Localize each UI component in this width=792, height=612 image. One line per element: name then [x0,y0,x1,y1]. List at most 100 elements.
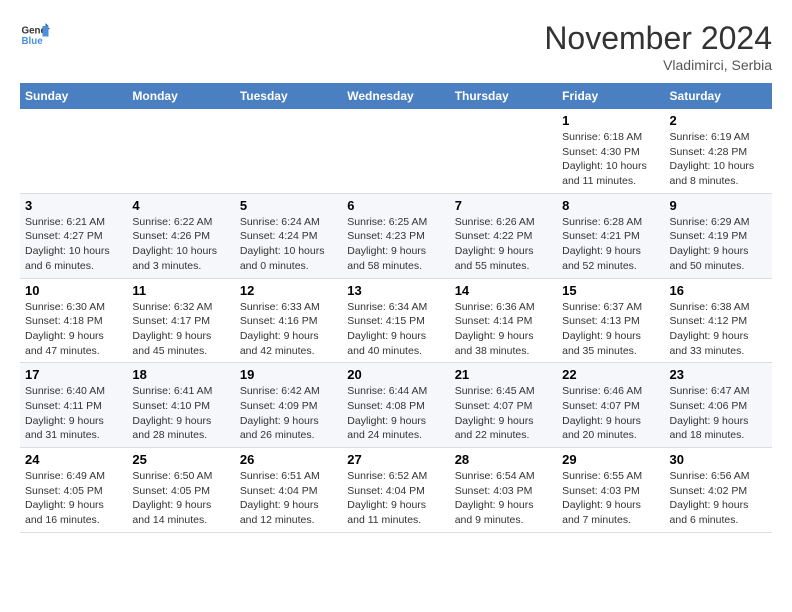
calendar-week-row: 10Sunrise: 6:30 AMSunset: 4:18 PMDayligh… [20,278,772,363]
day-number: 1 [562,113,659,128]
day-info: Sunrise: 6:32 AMSunset: 4:17 PMDaylight:… [132,300,229,359]
weekday-header-tuesday: Tuesday [235,83,342,109]
calendar-cell [450,109,557,193]
calendar-cell: 17Sunrise: 6:40 AMSunset: 4:11 PMDayligh… [20,363,127,448]
calendar-week-row: 3 Sunrise: 6:21 AMSunset: 4:27 PMDaylight… [20,193,772,278]
calendar-cell: 28 Sunrise: 6:54 AMSunset: 4:03 PMDayligh… [450,448,557,533]
day-number: 15 [562,283,659,298]
title-block: November 2024 Vladimirci, Serbia [544,20,772,73]
day-number: 23 [670,367,767,382]
day-info: Sunrise: 6:24 AMSunset: 4:24 PMDaylight:… [240,215,337,274]
weekday-header-friday: Friday [557,83,664,109]
day-number: 4 [132,198,229,213]
day-number: 26 [240,452,337,467]
day-info: Sunrise: 6:25 AMSunset: 4:23 PMDaylight:… [347,215,444,274]
day-info: Sunrise: 6:33 AMSunset: 4:16 PMDaylight:… [240,300,337,359]
day-info: Sunrise: 6:56 AMSunset: 4:02 PMDaylight:… [670,469,767,528]
day-info: Sunrise: 6:51 AMSunset: 4:04 PMDaylight:… [240,469,337,528]
svg-text:Blue: Blue [22,36,44,47]
day-info: Sunrise: 6:54 AMSunset: 4:03 PMDaylight:… [455,469,552,528]
day-number: 20 [347,367,444,382]
calendar-cell: 10Sunrise: 6:30 AMSunset: 4:18 PMDayligh… [20,278,127,363]
day-info: Sunrise: 6:38 AMSunset: 4:12 PMDaylight:… [670,300,767,359]
calendar-header: SundayMondayTuesdayWednesdayThursdayFrid… [20,83,772,109]
day-info: Sunrise: 6:50 AMSunset: 4:05 PMDaylight:… [132,469,229,528]
day-info: Sunrise: 6:19 AMSunset: 4:28 PMDaylight:… [670,130,767,189]
calendar-cell: 29Sunrise: 6:55 AMSunset: 4:03 PMDayligh… [557,448,664,533]
calendar-week-row: 24Sunrise: 6:49 AMSunset: 4:05 PMDayligh… [20,448,772,533]
day-number: 7 [455,198,552,213]
day-number: 14 [455,283,552,298]
calendar-cell: 14 Sunrise: 6:36 AMSunset: 4:14 PMDayligh… [450,278,557,363]
calendar-cell: 18 Sunrise: 6:41 AMSunset: 4:10 PMDayligh… [127,363,234,448]
weekday-header-row: SundayMondayTuesdayWednesdayThursdayFrid… [20,83,772,109]
weekday-header-monday: Monday [127,83,234,109]
day-number: 27 [347,452,444,467]
weekday-header-sunday: Sunday [20,83,127,109]
calendar-week-row: 17Sunrise: 6:40 AMSunset: 4:11 PMDayligh… [20,363,772,448]
day-info: Sunrise: 6:37 AMSunset: 4:13 PMDaylight:… [562,300,659,359]
day-number: 8 [562,198,659,213]
calendar-cell: 30 Sunrise: 6:56 AMSunset: 4:02 PMDayligh… [665,448,772,533]
day-info: Sunrise: 6:28 AMSunset: 4:21 PMDaylight:… [562,215,659,274]
calendar-cell: 27Sunrise: 6:52 AMSunset: 4:04 PMDayligh… [342,448,449,533]
calendar-cell: 8 Sunrise: 6:28 AMSunset: 4:21 PMDaylight… [557,193,664,278]
calendar-cell: 22 Sunrise: 6:46 AMSunset: 4:07 PMDayligh… [557,363,664,448]
day-number: 12 [240,283,337,298]
day-number: 3 [25,198,122,213]
calendar-cell: 21Sunrise: 6:45 AMSunset: 4:07 PMDayligh… [450,363,557,448]
day-info: Sunrise: 6:42 AMSunset: 4:09 PMDaylight:… [240,384,337,443]
calendar-cell: 5 Sunrise: 6:24 AMSunset: 4:24 PMDaylight… [235,193,342,278]
calendar-cell: 13 Sunrise: 6:34 AMSunset: 4:15 PMDayligh… [342,278,449,363]
calendar-cell: 24Sunrise: 6:49 AMSunset: 4:05 PMDayligh… [20,448,127,533]
calendar-cell: 26 Sunrise: 6:51 AMSunset: 4:04 PMDayligh… [235,448,342,533]
day-info: Sunrise: 6:36 AMSunset: 4:14 PMDaylight:… [455,300,552,359]
day-number: 5 [240,198,337,213]
day-info: Sunrise: 6:40 AMSunset: 4:11 PMDaylight:… [25,384,122,443]
day-info: Sunrise: 6:29 AMSunset: 4:19 PMDaylight:… [670,215,767,274]
calendar-cell [127,109,234,193]
day-number: 19 [240,367,337,382]
day-info: Sunrise: 6:30 AMSunset: 4:18 PMDaylight:… [25,300,122,359]
calendar-cell: 7Sunrise: 6:26 AMSunset: 4:22 PMDaylight… [450,193,557,278]
day-number: 11 [132,283,229,298]
page-header: General Blue November 2024 Vladimirci, S… [20,20,772,73]
calendar-cell: 1 Sunrise: 6:18 AMSunset: 4:30 PMDaylight… [557,109,664,193]
day-info: Sunrise: 6:49 AMSunset: 4:05 PMDaylight:… [25,469,122,528]
day-number: 25 [132,452,229,467]
day-info: Sunrise: 6:41 AMSunset: 4:10 PMDaylight:… [132,384,229,443]
day-number: 21 [455,367,552,382]
calendar-week-row: 1 Sunrise: 6:18 AMSunset: 4:30 PMDaylight… [20,109,772,193]
day-info: Sunrise: 6:44 AMSunset: 4:08 PMDaylight:… [347,384,444,443]
calendar-cell: 2 Sunrise: 6:19 AMSunset: 4:28 PMDaylight… [665,109,772,193]
day-number: 16 [670,283,767,298]
weekday-header-thursday: Thursday [450,83,557,109]
calendar-cell: 16 Sunrise: 6:38 AMSunset: 4:12 PMDayligh… [665,278,772,363]
day-number: 9 [670,198,767,213]
day-number: 22 [562,367,659,382]
day-info: Sunrise: 6:46 AMSunset: 4:07 PMDaylight:… [562,384,659,443]
logo-icon: General Blue [20,20,50,50]
calendar-cell: 9 Sunrise: 6:29 AMSunset: 4:19 PMDaylight… [665,193,772,278]
calendar-cell: 3 Sunrise: 6:21 AMSunset: 4:27 PMDaylight… [20,193,127,278]
calendar-cell: 23 Sunrise: 6:47 AMSunset: 4:06 PMDayligh… [665,363,772,448]
day-number: 13 [347,283,444,298]
day-number: 30 [670,452,767,467]
day-number: 2 [670,113,767,128]
calendar-cell: 4Sunrise: 6:22 AMSunset: 4:26 PMDaylight… [127,193,234,278]
calendar-table: SundayMondayTuesdayWednesdayThursdayFrid… [20,83,772,533]
calendar-cell: 12 Sunrise: 6:33 AMSunset: 4:16 PMDayligh… [235,278,342,363]
day-number: 6 [347,198,444,213]
month-title: November 2024 [544,20,772,57]
day-info: Sunrise: 6:18 AMSunset: 4:30 PMDaylight:… [562,130,659,189]
calendar-cell: 19 Sunrise: 6:42 AMSunset: 4:09 PMDayligh… [235,363,342,448]
day-number: 18 [132,367,229,382]
day-info: Sunrise: 6:47 AMSunset: 4:06 PMDaylight:… [670,384,767,443]
day-info: Sunrise: 6:34 AMSunset: 4:15 PMDaylight:… [347,300,444,359]
weekday-header-wednesday: Wednesday [342,83,449,109]
day-number: 28 [455,452,552,467]
calendar-cell [235,109,342,193]
day-info: Sunrise: 6:21 AMSunset: 4:27 PMDaylight:… [25,215,122,274]
calendar-cell: 15 Sunrise: 6:37 AMSunset: 4:13 PMDayligh… [557,278,664,363]
calendar-cell: 6 Sunrise: 6:25 AMSunset: 4:23 PMDaylight… [342,193,449,278]
